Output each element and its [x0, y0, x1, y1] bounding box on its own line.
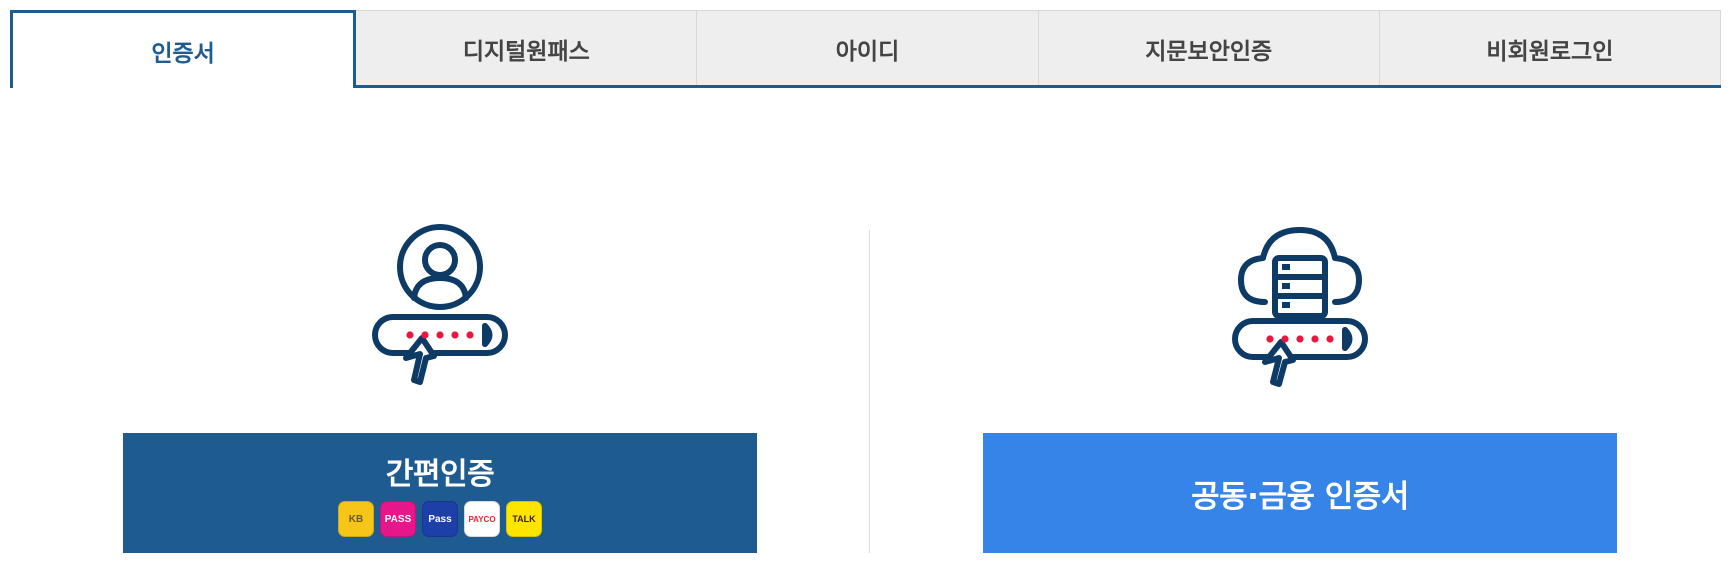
- provider-badges: KB PASS Pass PAYCO TALK: [338, 501, 542, 537]
- pass-icon: PASS: [380, 501, 416, 537]
- samsung-pass-icon: Pass: [422, 501, 458, 537]
- cloud-server-password-icon: [1232, 227, 1368, 387]
- kakaotalk-icon: TALK: [506, 501, 542, 537]
- user-password-icon: [372, 224, 508, 385]
- certificate-login-button[interactable]: 공동·금융 인증서: [983, 433, 1617, 553]
- tab-id[interactable]: 아이디: [697, 10, 1039, 88]
- simple-auth-button[interactable]: 간편인증 KB PASS Pass PAYCO TALK: [123, 433, 757, 553]
- tab-digital-onepass[interactable]: 디지털원패스: [356, 10, 698, 88]
- certificate-label: 공동·금융 인증서: [1191, 478, 1409, 515]
- login-method-tabs: 인증서 디지털원패스 아이디 지문보안인증 비회원로그인: [10, 10, 1722, 91]
- tab-guest-login[interactable]: 비회원로그인: [1379, 10, 1722, 88]
- certificate-panel: 공동·금융 인증서: [983, 222, 1617, 553]
- simple-auth-label: 간편인증: [385, 457, 495, 492]
- kb-icon: KB: [338, 501, 374, 537]
- tab-certificate[interactable]: 인증서: [10, 10, 357, 91]
- tab-fingerprint[interactable]: 지문보안인증: [1038, 10, 1380, 88]
- simple-auth-panel: 간편인증 KB PASS Pass PAYCO TALK: [123, 222, 757, 553]
- panel-divider: [869, 230, 870, 553]
- payco-icon: PAYCO: [464, 501, 500, 537]
